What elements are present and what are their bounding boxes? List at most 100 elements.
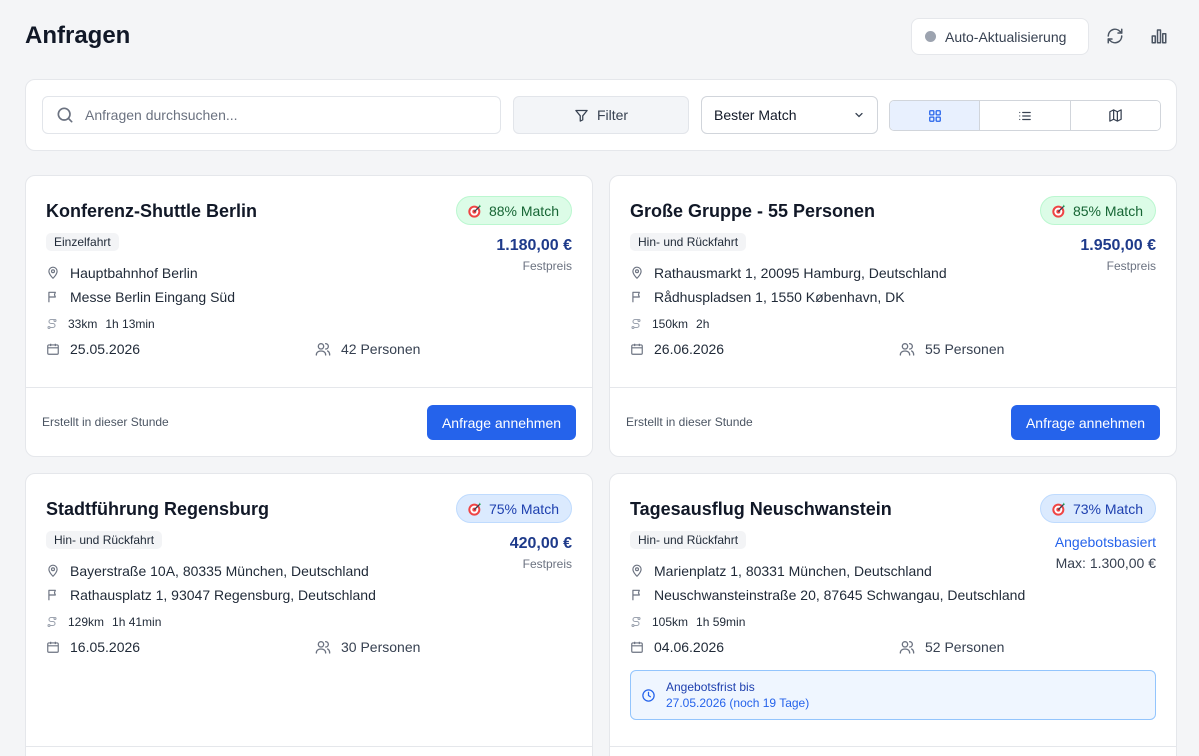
chevron-down-icon: [855, 112, 863, 118]
match-label: 73% Match: [1072, 500, 1143, 517]
price-type: Festpreis: [522, 259, 572, 273]
target-icon: [1052, 203, 1065, 218]
flag-icon: [632, 291, 640, 303]
offer-based-link[interactable]: Angebotsbasiert: [1055, 534, 1156, 550]
match-label: 85% Match: [1072, 202, 1143, 219]
map-pin-icon: [632, 564, 642, 578]
match-badge: 73% Match: [1039, 494, 1156, 523]
trip-type-badge: Hin- und Rückfahrt: [630, 531, 747, 549]
distance-row: 105km 1h 59min: [630, 615, 745, 629]
persons-count: 55 Personen: [925, 341, 1005, 357]
map-icon: [1109, 109, 1122, 122]
card-title: Konferenz-Shuttle Berlin: [46, 201, 258, 221]
calendar-icon: [47, 641, 59, 653]
persons-count: 42 Personen: [341, 341, 421, 357]
filter-label: Filter: [596, 107, 629, 123]
flag-icon: [48, 291, 56, 303]
accept-request-button[interactable]: Anfrage annehmen: [1011, 405, 1160, 440]
route-icon: [631, 616, 641, 628]
sort-select[interactable]: Bester Match: [701, 96, 878, 134]
persons-count: 30 Personen: [341, 639, 421, 655]
price-value: 1.950,00 €: [1080, 237, 1156, 254]
destination-address: Messe Berlin Eingang Süd: [70, 289, 235, 305]
target-icon: [468, 203, 481, 218]
match-label: 88% Match: [488, 202, 559, 219]
destination-address: Neuschwansteinstraße 20, 87645 Schwangau…: [654, 587, 1026, 603]
destination-row: Neuschwansteinstraße 20, 87645 Schwangau…: [630, 587, 1025, 603]
map-view-button[interactable]: [1070, 101, 1160, 130]
auto-refresh-label: Auto-Aktualisierung: [945, 28, 1067, 45]
distance-value: 129km: [68, 615, 105, 629]
pickup-address: Hauptbahnhof Berlin: [70, 265, 198, 281]
match-label: 75% Match: [488, 500, 559, 517]
duration-value: 1h 59min: [696, 615, 746, 629]
grid-view-button[interactable]: [890, 101, 981, 130]
match-badge: 85% Match: [1039, 196, 1156, 225]
status-dot-icon: [925, 31, 936, 42]
search-box: [42, 96, 501, 134]
price-value: 1.180,00 €: [496, 237, 572, 254]
card-title: Stadtführung Regensburg: [46, 499, 269, 519]
trip-type-badge: Hin- und Rückfahrt: [630, 233, 747, 251]
flag-icon: [632, 589, 640, 601]
price-type: Festpreis: [522, 557, 572, 571]
auto-refresh-toggle[interactable]: Auto-Aktualisierung: [911, 18, 1089, 55]
trip-date: 25.05.2026: [70, 341, 141, 357]
toolbar: Filter Bester Match: [25, 79, 1177, 151]
date-row: 26.06.2026: [630, 341, 724, 357]
trip-type-badge: Hin- und Rückfahrt: [46, 531, 163, 549]
request-card: Stadtführung Regensburg Hin- und Rückfah…: [25, 473, 593, 756]
destination-row: Messe Berlin Eingang Süd: [46, 289, 235, 305]
duration-value: 1h 13min: [105, 317, 155, 331]
request-card: Tagesausflug Neuschwanstein Hin- und Rüc…: [609, 473, 1177, 756]
card-footer-divider: [26, 746, 592, 747]
card-title: Große Gruppe - 55 Personen: [630, 201, 876, 221]
view-toggle: [889, 100, 1161, 131]
stats-button[interactable]: [1145, 22, 1173, 50]
route-icon: [631, 318, 641, 330]
route-icon: [47, 318, 57, 330]
pickup-row: Hauptbahnhof Berlin: [46, 265, 198, 281]
date-row: 25.05.2026: [46, 341, 140, 357]
map-pin-icon: [632, 266, 642, 280]
filter-button[interactable]: Filter: [513, 96, 689, 134]
bar-chart-icon: [1151, 29, 1167, 44]
trip-date: 26.06.2026: [654, 341, 725, 357]
date-row: 16.05.2026: [46, 639, 140, 655]
card-footer-divider: [610, 746, 1176, 747]
pickup-address: Marienplatz 1, 80331 München, Deutschlan…: [654, 563, 932, 579]
offer-deadline-notice: Angebotsfrist bis 27.05.2026 (noch 19 Ta…: [630, 670, 1156, 720]
users-icon: [899, 343, 915, 356]
persons-row: 42 Personen: [315, 341, 420, 357]
match-badge: 88% Match: [455, 196, 572, 225]
distance-row: 33km 1h 13min: [46, 317, 155, 331]
map-pin-icon: [48, 564, 58, 578]
duration-value: 2h: [696, 317, 710, 331]
request-card: Konferenz-Shuttle Berlin Einzelfahrt 88%…: [25, 175, 593, 457]
clock-icon: [642, 688, 655, 702]
refresh-button[interactable]: [1101, 22, 1129, 50]
users-icon: [315, 641, 331, 654]
list-view-button[interactable]: [980, 101, 1071, 130]
distance-row: 150km 2h: [630, 317, 709, 331]
route-icon: [47, 616, 57, 628]
card-footer: Erstellt in dieser Stunde Anfrage annehm…: [610, 387, 1176, 456]
page-title: Anfragen: [25, 22, 131, 49]
search-input[interactable]: [85, 107, 485, 123]
destination-row: Rathausplatz 1, 93047 Regensburg, Deutsc…: [46, 587, 376, 603]
calendar-icon: [631, 343, 643, 355]
pickup-row: Marienplatz 1, 80331 München, Deutschlan…: [630, 563, 932, 579]
distance-row: 129km 1h 41min: [46, 615, 161, 629]
pickup-address: Rathausmarkt 1, 20095 Hamburg, Deutschla…: [654, 265, 947, 281]
trip-type-badge: Einzelfahrt: [46, 233, 119, 251]
calendar-icon: [47, 343, 59, 355]
page-header: Anfragen Auto-Aktualisierung: [0, 0, 1199, 72]
pickup-row: Bayerstraße 10A, 80335 München, Deutschl…: [46, 563, 369, 579]
match-badge: 75% Match: [455, 494, 572, 523]
accept-request-button[interactable]: Anfrage annehmen: [427, 405, 576, 440]
distance-value: 105km: [652, 615, 689, 629]
offer-max-price: Max: 1.300,00 €: [1055, 555, 1156, 571]
persons-count: 52 Personen: [925, 639, 1005, 655]
destination-address: Rådhuspladsen 1, 1550 København, DK: [654, 289, 905, 305]
date-row: 04.06.2026: [630, 639, 724, 655]
